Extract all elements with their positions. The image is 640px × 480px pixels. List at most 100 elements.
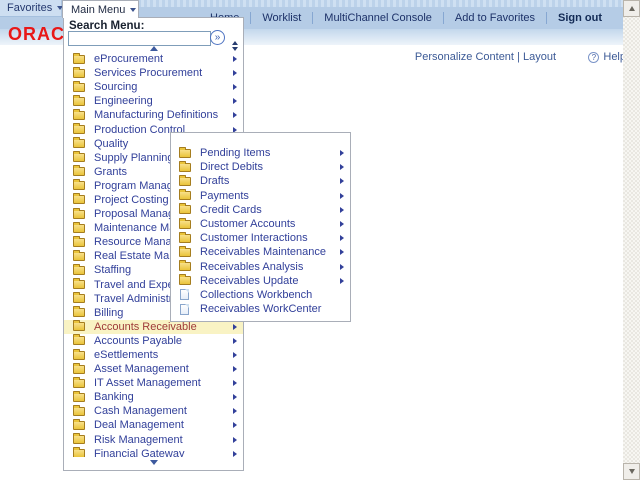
folder-icon (179, 205, 191, 214)
menu-item[interactable]: Sourcing (64, 80, 243, 94)
main-menu-tab[interactable]: Main Menu (62, 0, 139, 18)
menu-search-input[interactable] (68, 31, 211, 46)
submenu-item[interactable]: Credit Cards (171, 203, 350, 217)
menu-item[interactable]: Deal Management (64, 418, 243, 432)
folder-icon (73, 407, 85, 416)
menu-item[interactable]: IT Asset Management (64, 376, 243, 390)
submenu-item-label: Receivables WorkCenter (200, 303, 321, 315)
menu-item-label: Supply Planning (94, 152, 174, 164)
submenu-item-label: Receivables Update (200, 275, 298, 287)
folder-icon (179, 191, 191, 200)
menu-item[interactable]: Accounts Payable (64, 334, 243, 348)
menu-item-label: Risk Management (94, 434, 183, 446)
submenu-item-label: Payments (200, 190, 249, 202)
favorites-menu-tab[interactable]: Favorites (0, 0, 62, 17)
submenu-arrow-icon (233, 56, 237, 62)
vertical-scrollbar[interactable] (623, 0, 640, 480)
submenu-item[interactable]: Collections Workbench (171, 288, 350, 302)
submenu-arrow-icon (340, 278, 344, 284)
scrollbar-down-button[interactable] (623, 463, 640, 480)
menu-item[interactable]: Asset Management (64, 362, 243, 376)
submenu-item[interactable]: Customer Interactions (171, 231, 350, 245)
submenu-item[interactable]: Receivables Update (171, 274, 350, 288)
submenu-item[interactable]: Direct Debits (171, 160, 350, 174)
menu-item-label: Billing (94, 307, 123, 319)
folder-icon (73, 238, 85, 247)
folder-icon (179, 234, 191, 243)
folder-icon (73, 69, 85, 78)
submenu-arrow-icon (340, 249, 344, 255)
submenu-item-label: Receivables Analysis (200, 261, 303, 273)
menu-item[interactable]: Manufacturing Definitions (64, 108, 243, 122)
menu-scroll-down-arrow[interactable] (64, 460, 243, 465)
submenu-arrow-icon (233, 380, 237, 386)
menu-item-label: Staffing (94, 264, 131, 276)
menu-item[interactable]: Risk Management (64, 433, 243, 447)
menu-item[interactable]: Services Procurement (64, 66, 243, 80)
menu-scroll-up-arrow[interactable] (64, 46, 243, 51)
submenu-item[interactable]: Pending Items (171, 146, 350, 160)
submenu-arrow-icon (233, 352, 237, 358)
folder-icon (179, 248, 191, 257)
folder-icon (73, 449, 85, 457)
submenu-arrow-icon (233, 451, 237, 457)
menu-item-label: Sourcing (94, 81, 137, 93)
submenu-item[interactable]: Receivables Maintenance (171, 245, 350, 259)
menu-item-label: eProcurement (94, 53, 163, 65)
help-link[interactable]: ? Help (588, 51, 626, 63)
portal-nav-link[interactable]: Sign out (546, 12, 613, 24)
search-go-button[interactable]: » (210, 30, 225, 45)
submenu-item-label: Direct Debits (200, 161, 263, 173)
submenu-arrow-icon (340, 193, 344, 199)
menu-item-label: Manufacturing Definitions (94, 109, 218, 121)
portal-nav-link[interactable]: MultiChannel Console (312, 12, 443, 24)
folder-icon (73, 336, 85, 345)
menu-item[interactable]: Engineering (64, 94, 243, 108)
folder-icon (73, 224, 85, 233)
menu-item[interactable]: Banking (64, 390, 243, 404)
menu-item-label: Deal Management (94, 419, 184, 431)
submenu-item-label: Collections Workbench (200, 289, 312, 301)
submenu-arrow-icon (233, 366, 237, 372)
folder-icon (73, 322, 85, 331)
accounts-receivable-submenu: Pending Items Direct Debits Drafts Payme… (170, 132, 351, 322)
folder-icon (73, 365, 85, 374)
menu-item[interactable]: Cash Management (64, 404, 243, 418)
personalize-content-link[interactable]: Personalize Content (415, 51, 514, 63)
layout-link[interactable]: Layout (523, 51, 556, 63)
scrollbar-up-button[interactable] (623, 0, 640, 17)
submenu-arrow-icon (233, 112, 237, 118)
submenu-arrow-icon (340, 207, 344, 213)
submenu-arrow-icon (233, 98, 237, 104)
folder-icon (73, 351, 85, 360)
folder-icon (73, 167, 85, 176)
folder-icon (73, 435, 85, 444)
submenu-arrow-icon (233, 70, 237, 76)
submenu-arrow-icon (340, 150, 344, 156)
folder-icon (73, 308, 85, 317)
main-menu-label: Main Menu (71, 4, 125, 16)
submenu-arrow-icon (233, 338, 237, 344)
chevron-down-icon (130, 8, 136, 12)
submenu-arrow-icon (340, 178, 344, 184)
peoplesoft-window: HomeWorklistMultiChannel ConsoleAdd to F… (0, 0, 640, 480)
submenu-arrow-icon (233, 437, 237, 443)
submenu-arrow-icon (340, 164, 344, 170)
menu-item-label: Quality (94, 138, 128, 150)
submenu-item[interactable]: Drafts (171, 174, 350, 188)
menu-item-label: Financial Gateway (94, 448, 185, 457)
menu-item[interactable]: Financial Gateway (64, 447, 243, 457)
submenu-item[interactable]: Payments (171, 189, 350, 203)
submenu-item[interactable]: Customer Accounts (171, 217, 350, 231)
folder-icon (179, 262, 191, 271)
menu-item[interactable]: eProcurement (64, 52, 243, 66)
portal-nav-link[interactable]: Worklist (250, 12, 312, 24)
submenu-item[interactable]: Receivables Analysis (171, 260, 350, 274)
submenu-arrow-icon (340, 235, 344, 241)
folder-icon (73, 125, 85, 134)
submenu-item[interactable]: Receivables WorkCenter (171, 302, 350, 315)
menu-item-label: Asset Management (94, 363, 189, 375)
menu-item[interactable]: eSettlements (64, 348, 243, 362)
menu-item-label: Grants (94, 166, 127, 178)
portal-nav-link[interactable]: Add to Favorites (443, 12, 546, 24)
